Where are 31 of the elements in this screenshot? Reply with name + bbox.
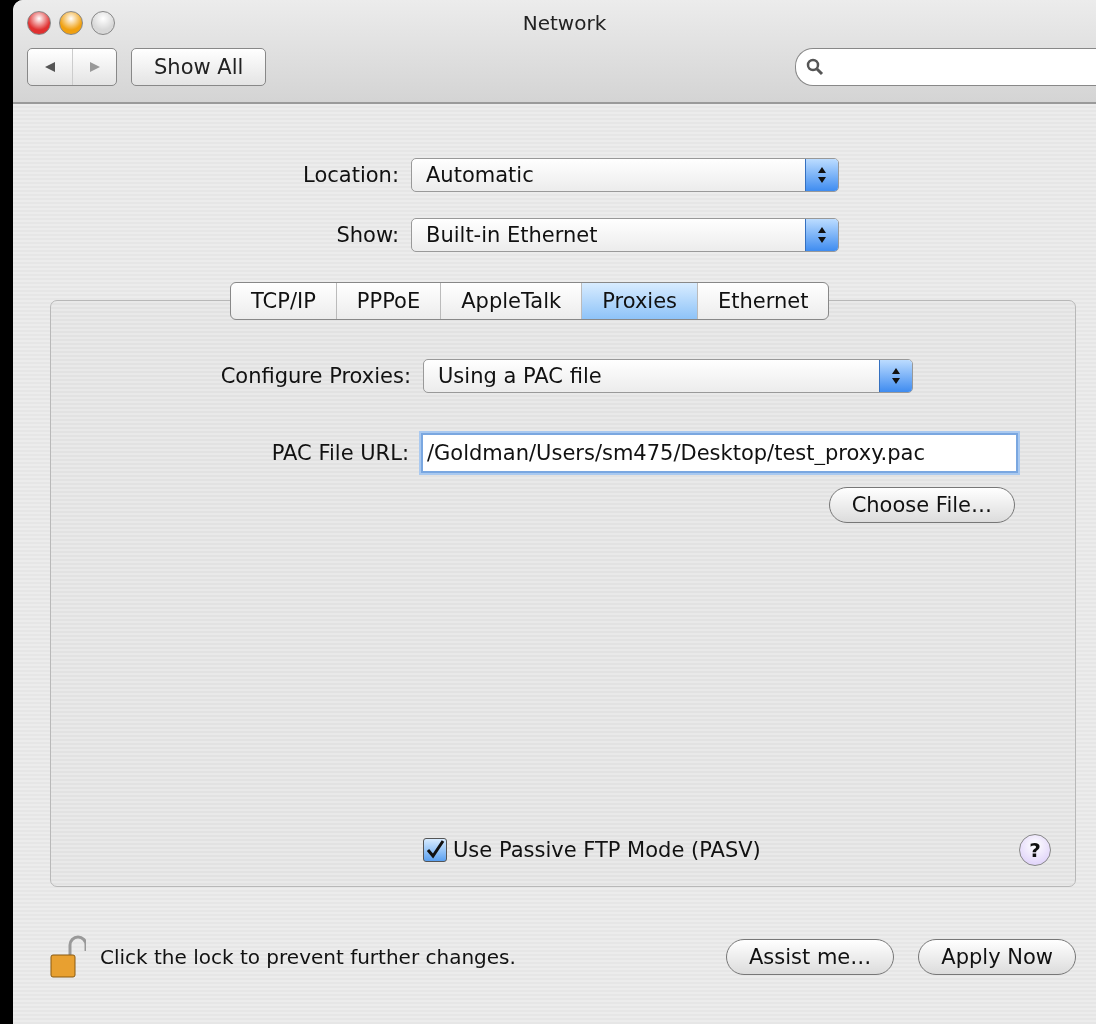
assist-button[interactable]: Assist me… [726,939,895,975]
forward-arrow-icon [88,61,101,73]
location-label: Location: [302,163,399,187]
window-title: Network [522,11,607,35]
show-all-button[interactable]: Show All [131,48,267,86]
configure-proxies-label: Configure Proxies: [219,364,411,388]
pac-file-url-label: PAC File URL: [270,441,409,465]
minimize-button[interactable] [59,11,83,35]
search-field[interactable] [795,48,1096,86]
help-button[interactable]: ? [1019,834,1051,866]
show-popup[interactable]: Built-in Ethernet [411,218,839,252]
location-popup[interactable]: Automatic [411,158,839,192]
apply-button[interactable]: Apply Now [918,939,1076,975]
zoom-button[interactable] [91,11,115,35]
pac-file-url-field[interactable]: /Goldman/Users/sm475/Desktop/test_proxy.pac [421,433,1018,473]
search-icon [806,58,824,76]
checkbox[interactable] [423,838,447,862]
choose-file-button[interactable]: Choose File… [828,487,1015,523]
lock-icon[interactable] [50,935,86,979]
tab[interactable]: PPPoE [335,283,441,319]
show-label: Show: [335,223,399,247]
stepper-icon [805,219,838,251]
configure-proxies-popup[interactable]: Using a PAC file [423,359,913,393]
lock-message: Click the lock to prevent further changes. [100,945,516,969]
stepper-icon [805,159,838,191]
back-arrow-icon [44,61,56,73]
close-button[interactable] [27,11,51,35]
checkbox-label: Use Passive FTP Mode (PASV) [453,838,761,862]
stepper-icon [879,360,912,392]
tab[interactable]: TCP/IP [231,283,336,319]
tab[interactable]: Proxies [581,283,697,319]
